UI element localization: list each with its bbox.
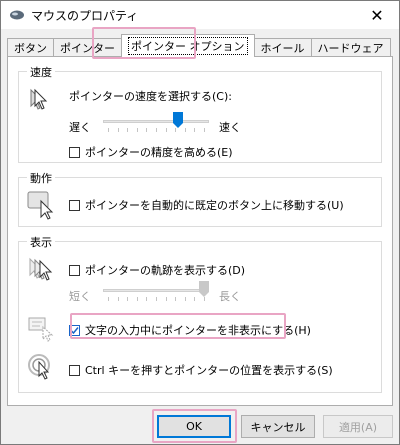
trails-checkbox-row[interactable]: ポインターの軌跡を表示する(D): [69, 262, 245, 278]
slider-tick: [156, 128, 157, 132]
snap-label: ポインターを自動的に既定のボタン上に移動する(U): [85, 199, 344, 212]
slider-tick: [166, 297, 167, 301]
tab-pointer-options[interactable]: ポインター オプション: [121, 34, 255, 57]
speed-slider-track: [103, 120, 209, 123]
ctrl-locate-label: Ctrl キーを押すとポインターの位置を表示する(S): [85, 364, 333, 377]
hide-pointer-icon: [27, 314, 57, 345]
slider-tick: [185, 128, 186, 132]
trail-slider-ticks: [103, 297, 209, 301]
ctrl-locate-checkbox[interactable]: [69, 364, 80, 376]
tab-panel: 速度 ポインターの速度を選択する(C): 遅く 速く ポインターの精度を高める(…: [7, 56, 393, 406]
fast-label: 速く: [219, 121, 241, 134]
slider-tick: [127, 297, 128, 301]
slider-tick: [194, 128, 195, 132]
visibility-group-title: 表示: [27, 234, 55, 250]
speed-group-title: 速度: [27, 64, 55, 80]
speed-slider[interactable]: [103, 112, 209, 132]
title-bar: マウスのプロパティ ✕: [1, 1, 399, 29]
slider-tick: [137, 297, 138, 301]
cancel-label: キャンセル: [250, 420, 306, 434]
tab-pointers[interactable]: ポインター: [53, 38, 122, 57]
slider-tick: [166, 128, 167, 132]
motion-group-title: 動作: [27, 170, 55, 186]
check-icon: [70, 326, 79, 334]
snap-to-button-icon: [27, 190, 57, 223]
slider-tick: [108, 128, 109, 132]
trail-slider-track: [103, 289, 209, 292]
visibility-group: 表示 ポインターの軌跡を表示する(D) 短く 長く 文字の入力中にポインターを非…: [18, 234, 382, 393]
precision-checkbox[interactable]: [69, 146, 80, 158]
window-title: マウスのプロパティ: [31, 8, 139, 23]
hide-while-typing-label: 文字の入力中にポインターを非表示にする(H): [85, 324, 311, 337]
speed-select-label: ポインターの速度を選択する(C):: [69, 90, 232, 103]
slider-tick: [108, 297, 109, 301]
precision-label: ポインターの精度を高める(E): [85, 146, 233, 159]
slider-tick: [156, 297, 157, 301]
slider-tick: [194, 297, 195, 301]
slider-tick: [204, 297, 205, 301]
slider-tick: [175, 297, 176, 301]
close-button[interactable]: ✕: [355, 1, 399, 29]
long-label: 長く: [219, 290, 241, 303]
trail-slider-thumb[interactable]: [199, 281, 209, 297]
pointer-speed-icon: [27, 86, 53, 115]
locate-pointer-icon: [27, 352, 57, 385]
tab-buttons[interactable]: ボタン: [7, 38, 54, 57]
slider-tick: [137, 128, 138, 132]
ctrl-locate-checkbox-row[interactable]: Ctrl キーを押すとポインターの位置を表示する(S): [69, 362, 333, 378]
slider-tick: [204, 128, 205, 132]
short-label: 短く: [69, 290, 91, 303]
mouse-properties-window: マウスのプロパティ ✕ ボタン ポインター ポインター オプション ホイール ハ…: [0, 0, 400, 445]
apply-label: 適用(A): [338, 420, 378, 434]
slider-tick: [146, 297, 147, 301]
pointer-trails-icon: [27, 256, 57, 287]
cancel-button[interactable]: キャンセル: [241, 415, 315, 438]
close-icon: ✕: [370, 5, 384, 25]
trails-label: ポインターの軌跡を表示する(D): [85, 264, 246, 277]
speed-slider-ticks: [103, 128, 209, 132]
snap-checkbox[interactable]: [69, 199, 80, 211]
precision-checkbox-row[interactable]: ポインターの精度を高める(E): [69, 144, 233, 160]
apply-button[interactable]: 適用(A): [323, 415, 393, 438]
mouse-icon: [9, 7, 25, 23]
slider-tick: [146, 128, 147, 132]
ok-label: OK: [186, 420, 202, 433]
hide-while-typing-checkbox-row[interactable]: 文字の入力中にポインターを非表示にする(H): [69, 322, 311, 338]
slider-tick: [118, 297, 119, 301]
slider-tick: [118, 128, 119, 132]
tab-strip: ボタン ポインター ポインター オプション ホイール ハードウェア: [7, 34, 391, 57]
trails-checkbox[interactable]: [69, 264, 80, 276]
slider-tick: [175, 128, 176, 132]
trail-length-slider[interactable]: [103, 281, 209, 301]
hide-while-typing-checkbox[interactable]: [69, 324, 80, 336]
motion-group: 動作 ポインターを自動的に既定のボタン上に移動する(U): [18, 170, 382, 227]
slow-label: 遅く: [69, 121, 91, 134]
slider-tick: [127, 128, 128, 132]
speed-slider-thumb[interactable]: [173, 112, 183, 128]
speed-group: 速度 ポインターの速度を選択する(C): 遅く 速く ポインターの精度を高める(…: [18, 64, 382, 163]
snap-checkbox-row[interactable]: ポインターを自動的に既定のボタン上に移動する(U): [69, 197, 344, 213]
tab-wheel[interactable]: ホイール: [253, 38, 312, 57]
ok-button[interactable]: OK: [157, 415, 231, 438]
slider-tick: [185, 297, 186, 301]
tab-hardware[interactable]: ハードウェア: [310, 38, 391, 57]
